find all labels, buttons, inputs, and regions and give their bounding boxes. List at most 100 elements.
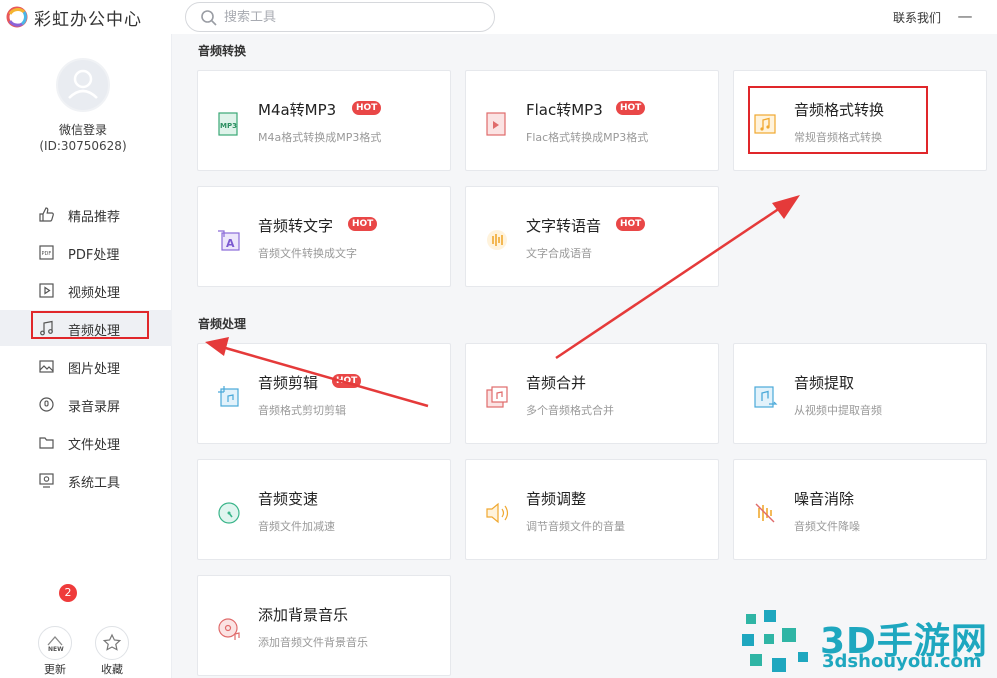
sidebar-item-audio[interactable]: 音频处理 — [0, 310, 172, 346]
avatar[interactable] — [56, 58, 110, 112]
sidebar-item-label: 精品推荐 — [68, 210, 121, 225]
card-subtitle: M4a格式转换成MP3格式 — [258, 131, 382, 144]
image-icon — [39, 360, 54, 373]
sidebar-item-label: 图片处理 — [68, 362, 121, 377]
hot-badge: HOT — [616, 217, 646, 231]
card-audio-speed[interactable]: 音频变速 音频文件加减速 — [197, 459, 451, 560]
sidebar: 微信登录 (ID:30750628) 精品推荐 PDF PDF处理 视频处理 音… — [0, 34, 172, 678]
card-subtitle: Flac格式转换成MP3格式 — [526, 131, 649, 144]
sidebar-item-label: 视频处理 — [68, 286, 121, 301]
card-title: 文字转语音 — [526, 217, 602, 235]
app-title: 彩虹办公中心 — [34, 10, 142, 30]
update-icon-text: NEW — [48, 646, 64, 653]
card-text-to-speech[interactable]: 文字转语音 HOT 文字合成语音 — [465, 186, 719, 287]
card-subtitle: 音频格式剪切剪辑 — [258, 404, 346, 417]
sidebar-item-label: 录音录屏 — [68, 400, 121, 415]
volume-icon — [486, 502, 509, 524]
noise-reduce-icon — [755, 503, 775, 523]
app-logo-icon — [6, 6, 28, 28]
sidebar-item-label: 音频处理 — [68, 324, 121, 339]
contact-us-link[interactable]: 联系我们 — [893, 9, 941, 26]
card-subtitle: 添加音频文件背景音乐 — [258, 636, 368, 649]
audio-extract-icon — [754, 386, 778, 408]
section-title-audio-process: 音频处理 — [198, 317, 247, 331]
user-name[interactable]: 微信登录 — [0, 121, 166, 138]
highlight-box-audio-format — [748, 86, 928, 154]
sidebar-item-file[interactable]: 文件处理 — [0, 424, 172, 460]
svg-text:A: A — [226, 237, 235, 250]
card-audio-cut[interactable]: 音频剪辑 HOT 音频格式剪切剪辑 — [197, 343, 451, 444]
system-icon — [39, 473, 54, 488]
hot-badge: HOT — [348, 217, 378, 231]
sidebar-item-system[interactable]: 系统工具 — [0, 462, 172, 498]
folder-icon — [39, 437, 54, 449]
sidebar-item-recommend[interactable]: 精品推荐 — [0, 196, 172, 232]
svg-text:MP3: MP3 — [220, 122, 237, 130]
music-note-icon — [40, 320, 53, 336]
hot-badge: HOT — [352, 101, 382, 115]
minimize-button[interactable]: — — [954, 6, 976, 26]
card-bg-music[interactable]: 添加背景音乐 添加音频文件背景音乐 — [197, 575, 451, 676]
thumbs-up-icon — [39, 207, 54, 222]
card-audio-merge[interactable]: 音频合并 多个音频格式合并 — [465, 343, 719, 444]
search-icon — [201, 10, 217, 26]
hot-badge: HOT — [332, 374, 362, 388]
star-icon — [102, 633, 122, 651]
sidebar-item-label: 系统工具 — [68, 476, 121, 491]
hot-badge: HOT — [616, 101, 646, 115]
card-title: 音频转文字 — [258, 217, 334, 235]
card-title: 音频变速 — [258, 490, 319, 508]
svg-text:PDF: PDF — [42, 251, 52, 257]
card-title: 添加背景音乐 — [258, 606, 349, 624]
card-title: 音频提取 — [794, 374, 855, 392]
sidebar-item-label: PDF处理 — [68, 248, 120, 263]
watermark-url: 3dshouyou.com — [822, 651, 982, 672]
update-button[interactable]: NEW — [38, 626, 72, 660]
card-subtitle: 音频文件转换成文字 — [258, 247, 357, 260]
user-avatar-icon — [68, 69, 98, 99]
card-noise-removal[interactable]: 噪音消除 音频文件降噪 — [733, 459, 987, 560]
update-label: 更新 — [44, 663, 66, 676]
search-box[interactable] — [185, 2, 495, 32]
card-subtitle: 调节音频文件的音量 — [526, 520, 625, 533]
card-title: M4a转MP3 — [258, 101, 337, 119]
favorites-button[interactable] — [95, 626, 129, 660]
card-subtitle: 文字合成语音 — [526, 247, 592, 260]
top-bar: 彩虹办公中心 联系我们 — — [0, 0, 997, 34]
card-subtitle: 从视频中提取音频 — [794, 404, 882, 417]
video-icon — [39, 283, 54, 298]
card-subtitle: 音频文件降噪 — [794, 520, 860, 533]
audio-cut-icon — [218, 386, 239, 407]
new-icon: NEW — [47, 636, 64, 653]
record-icon — [39, 397, 54, 412]
card-title: 噪音消除 — [794, 490, 855, 508]
flac-convert-icon — [486, 112, 506, 136]
update-count-badge: 2 — [59, 584, 77, 602]
card-audio-extract[interactable]: 音频提取 从视频中提取音频 — [733, 343, 987, 444]
card-title: 音频调整 — [526, 490, 587, 508]
mp3-convert-icon: MP3 — [218, 112, 238, 136]
search-input[interactable] — [224, 7, 484, 27]
user-id: (ID:30750628) — [39, 139, 127, 153]
card-title: Flac转MP3 — [526, 101, 603, 119]
card-audio-volume[interactable]: 音频调整 调节音频文件的音量 — [465, 459, 719, 560]
sidebar-item-record[interactable]: 录音录屏 — [0, 386, 172, 422]
card-title: 音频剪辑 — [258, 374, 319, 392]
section-title-audio-convert: 音频转换 — [198, 44, 247, 58]
card-title: 音频合并 — [526, 374, 587, 392]
sidebar-item-video[interactable]: 视频处理 — [0, 272, 172, 308]
card-flac-to-mp3[interactable]: Flac转MP3 HOT Flac格式转换成MP3格式 — [465, 70, 719, 171]
audio-to-text-icon: A — [218, 230, 240, 251]
bg-music-icon — [218, 618, 240, 640]
card-m4a-to-mp3[interactable]: MP3 M4a转MP3 HOT M4a格式转换成MP3格式 — [197, 70, 451, 171]
speed-icon — [218, 502, 240, 524]
sidebar-item-pdf[interactable]: PDF PDF处理 — [0, 234, 172, 270]
pdf-icon: PDF — [39, 245, 54, 260]
card-subtitle: 多个音频格式合并 — [526, 404, 614, 417]
sidebar-item-image[interactable]: 图片处理 — [0, 348, 172, 384]
favorites-label: 收藏 — [101, 663, 123, 676]
card-subtitle: 音频文件加减速 — [258, 520, 335, 533]
card-audio-to-text[interactable]: A 音频转文字 HOT 音频文件转换成文字 — [197, 186, 451, 287]
text-to-speech-icon — [487, 230, 507, 250]
audio-merge-icon — [486, 386, 508, 408]
